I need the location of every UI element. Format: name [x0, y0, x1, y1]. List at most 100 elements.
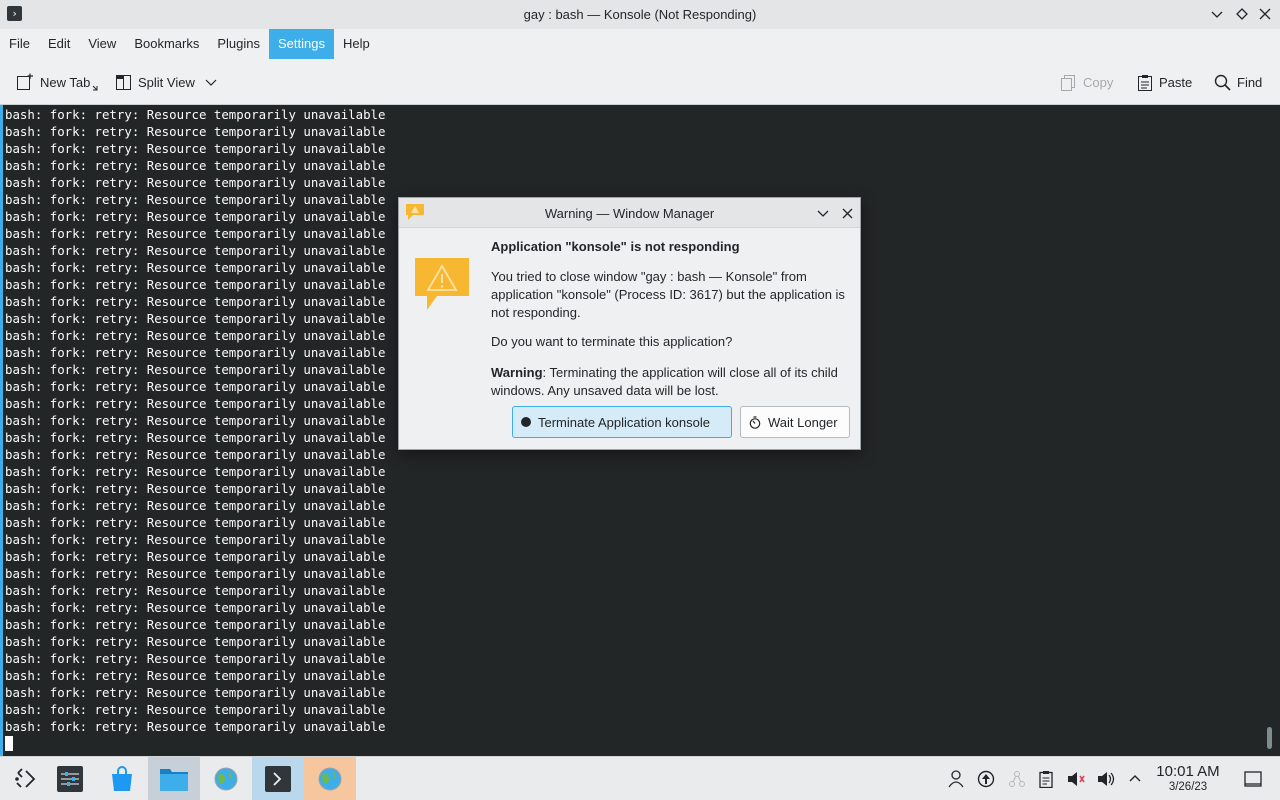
terminal-line: bash: fork: retry: Resource temporarily … — [5, 345, 386, 360]
window-titlebar[interactable]: › gay : bash — Konsole (Not Responding) — [0, 0, 1280, 29]
update-icon[interactable] — [976, 769, 996, 789]
clipboard-icon[interactable] — [1036, 769, 1056, 789]
minimize-chevron-icon[interactable] — [1209, 6, 1225, 22]
window-title: gay : bash — Konsole (Not Responding) — [523, 7, 757, 22]
launcher-icon — [15, 768, 36, 788]
dialog-title: Warning — Window Manager — [544, 206, 715, 221]
terminal-line: bash: fork: retry: Resource temporarily … — [5, 277, 386, 292]
mute-icon[interactable] — [1066, 769, 1086, 789]
network-icon[interactable] — [1007, 769, 1027, 789]
terminal-line: bash: fork: retry: Resource temporarily … — [5, 532, 386, 547]
toolbar: New Tab Split View Copy Paste Find — [0, 59, 1280, 105]
chevron-down-icon[interactable] — [205, 76, 217, 88]
terminal-line: bash: fork: retry: Resource temporarily … — [5, 668, 386, 683]
menu-settings[interactable]: Settings — [268, 29, 334, 59]
terminal-scrollbar[interactable] — [1267, 727, 1272, 749]
copy-icon — [1061, 74, 1075, 91]
copy-button[interactable]: Copy — [1060, 71, 1113, 93]
terminal-line: bash: fork: retry: Resource temporarily … — [5, 243, 386, 258]
menu-view[interactable]: View — [79, 29, 125, 59]
terminal-line: bash: fork: retry: Resource temporarily … — [5, 311, 386, 326]
terminal-line: bash: fork: retry: Resource temporarily … — [5, 107, 386, 122]
system-settings-icon — [57, 766, 83, 792]
paste-label: Paste — [1159, 74, 1193, 90]
terminal-line: bash: fork: retry: Resource temporarily … — [5, 226, 386, 241]
user-icon[interactable] — [946, 769, 966, 789]
terminate-button[interactable]: Terminate Application konsole — [512, 406, 732, 438]
globe-icon — [214, 767, 238, 791]
taskbar-browser[interactable] — [200, 757, 252, 800]
copy-label: Copy — [1083, 74, 1114, 90]
terminal-line: bash: fork: retry: Resource temporarily … — [5, 600, 386, 615]
wait-longer-button[interactable]: Wait Longer — [740, 406, 850, 438]
menu-edit[interactable]: Edit — [39, 29, 79, 59]
split-view-icon — [116, 74, 131, 90]
terminal-line: bash: fork: retry: Resource temporarily … — [5, 617, 386, 632]
menu-bookmarks[interactable]: Bookmarks — [125, 29, 208, 59]
terminal-line: bash: fork: retry: Resource temporarily … — [5, 651, 386, 666]
menu-bar: File Edit View Bookmarks Plugins Setting… — [0, 29, 1280, 59]
terminal-line: bash: fork: retry: Resource temporarily … — [5, 430, 386, 445]
paste-button[interactable]: Paste — [1137, 71, 1192, 93]
split-view-button[interactable]: Split View — [115, 71, 217, 93]
menu-plugins[interactable]: Plugins — [208, 29, 269, 59]
terminal-line: bash: fork: retry: Resource temporarily … — [5, 413, 386, 428]
terminal-line: bash: fork: retry: Resource temporarily … — [5, 719, 386, 734]
terminal-line: bash: fork: retry: Resource temporarily … — [5, 158, 386, 173]
taskbar-browser-2[interactable] — [304, 757, 356, 800]
find-label: Find — [1237, 74, 1263, 90]
new-tab-button[interactable]: New Tab — [16, 71, 98, 93]
not-responding-dialog: Warning — Window Manager Application "ko… — [398, 197, 861, 450]
terminal-icon — [265, 766, 291, 792]
maximize-diamond-icon[interactable] — [1234, 6, 1250, 22]
terminal-line: bash: fork: retry: Resource temporarily … — [5, 124, 386, 139]
show-desktop-icon[interactable] — [1243, 769, 1263, 789]
shopping-bag-icon — [112, 766, 132, 791]
terminal-line: bash: fork: retry: Resource temporarily … — [5, 141, 386, 156]
terminal-cursor — [5, 736, 13, 751]
globe-icon — [318, 767, 342, 791]
taskbar-dolphin[interactable] — [148, 757, 200, 800]
dialog-titlebar[interactable]: Warning — Window Manager — [399, 198, 860, 228]
taskbar-system-settings[interactable] — [44, 757, 96, 800]
taskbar-konsole[interactable] — [252, 757, 304, 800]
terminal-line: bash: fork: retry: Resource temporarily … — [5, 328, 386, 343]
terminal-line: bash: fork: retry: Resource temporarily … — [5, 192, 386, 207]
close-icon[interactable] — [1257, 6, 1273, 22]
clock-date: 3/26/23 — [1168, 781, 1208, 793]
menu-file[interactable]: File — [0, 29, 39, 59]
terminal-line: bash: fork: retry: Resource temporarily … — [5, 209, 386, 224]
taskbar-discover[interactable] — [96, 757, 148, 800]
dialog-close-icon[interactable] — [839, 205, 855, 221]
chevron-up-icon[interactable] — [1125, 769, 1145, 789]
digital-clock[interactable]: 10:01 AM 3/26/23 — [1150, 763, 1226, 794]
terminate-label: Terminate Application konsole — [538, 414, 710, 430]
terminal-line: bash: fork: retry: Resource temporarily … — [5, 396, 386, 411]
terminal-output: bash: fork: retry: Resource temporarily … — [5, 106, 385, 735]
terminal-focus-indicator — [0, 105, 3, 756]
taskbar: 10:01 AM 3/26/23 — [0, 756, 1280, 800]
terminal-line: bash: fork: retry: Resource temporarily … — [5, 702, 386, 717]
wait-longer-label: Wait Longer — [768, 414, 838, 430]
folder-icon — [160, 769, 188, 791]
timer-icon — [749, 415, 761, 429]
terminal-line: bash: fork: retry: Resource temporarily … — [5, 447, 386, 462]
find-button[interactable]: Find — [1214, 71, 1262, 93]
warning-label: Warning — [491, 365, 543, 380]
terminal-line: bash: fork: retry: Resource temporarily … — [5, 260, 386, 275]
terminal-line: bash: fork: retry: Resource temporarily … — [5, 566, 386, 581]
terminal-line: bash: fork: retry: Resource temporarily … — [5, 379, 386, 394]
split-view-label: Split View — [138, 74, 195, 90]
terminate-icon — [521, 417, 531, 427]
terminal-line: bash: fork: retry: Resource temporarily … — [5, 362, 386, 377]
terminal-line: bash: fork: retry: Resource temporarily … — [5, 464, 386, 479]
volume-icon[interactable] — [1096, 769, 1116, 789]
new-tab-icon — [17, 73, 33, 90]
terminal-line: bash: fork: retry: Resource temporarily … — [5, 481, 386, 496]
warning-icon — [415, 258, 469, 315]
terminal-line: bash: fork: retry: Resource temporarily … — [5, 685, 386, 700]
dialog-body: You tried to close window "gay : bash — … — [491, 269, 845, 320]
dialog-minimize-chevron-icon[interactable] — [815, 205, 831, 221]
terminal-line: bash: fork: retry: Resource temporarily … — [5, 175, 386, 190]
menu-help[interactable]: Help — [334, 29, 379, 59]
